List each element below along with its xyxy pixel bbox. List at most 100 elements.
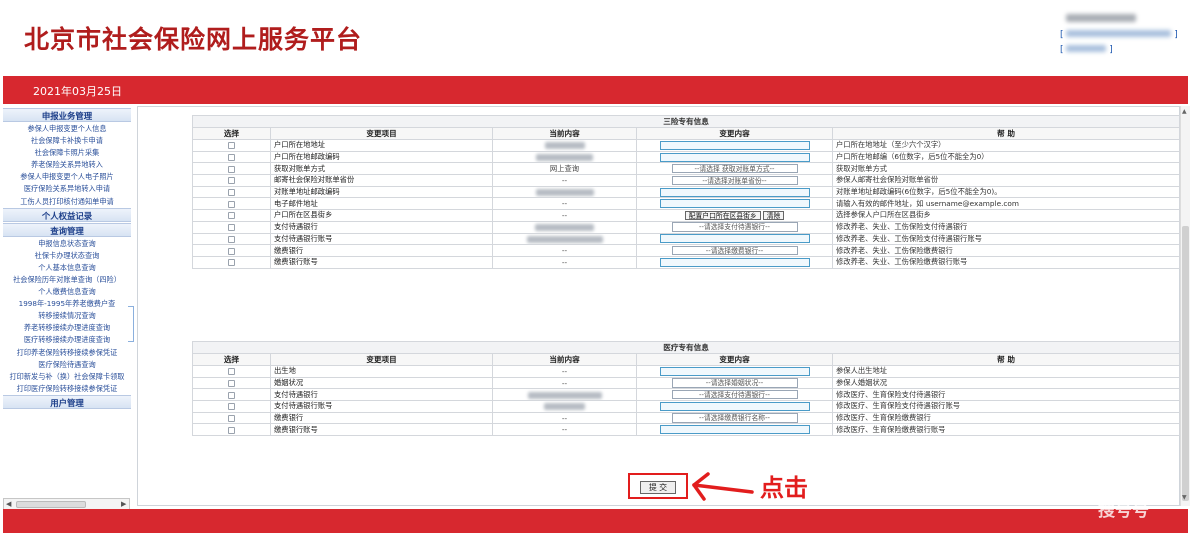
sidebar-item[interactable]: 打印医疗保险转移接续参保凭证 xyxy=(3,383,131,395)
change-item-cell: 缴费银行 xyxy=(270,244,493,257)
select-cell xyxy=(192,209,271,222)
current-value-cell: -- xyxy=(492,174,637,187)
logout-link[interactable]: [ ] xyxy=(1060,30,1178,40)
dropdown-select[interactable]: --请选择对账单省份-- xyxy=(671,175,798,186)
clear-button[interactable]: 清除 xyxy=(762,210,785,221)
row-checkbox[interactable] xyxy=(228,415,235,423)
table-row: 对账单地址邮政编码 对账单地址邮政编码(6位数字，后5位不能全为0)。 xyxy=(192,185,1181,199)
row-checkbox[interactable] xyxy=(228,165,235,173)
sidebar-item[interactable]: 参保人申报变更个人信息 xyxy=(3,123,131,135)
submit-button[interactable]: 提 交 xyxy=(640,481,676,494)
sidebar-item[interactable]: 医疗保险待遇查询 xyxy=(3,359,131,371)
user-link[interactable]: [ ] xyxy=(1060,45,1113,55)
sidebar-group-title[interactable]: 申报业务管理 xyxy=(3,108,131,122)
row-checkbox[interactable] xyxy=(228,154,235,162)
sidebar-item[interactable]: 个人缴费信息查询 xyxy=(3,286,131,298)
text-input[interactable] xyxy=(659,425,810,435)
sidebar-item[interactable]: 工伤人员打印核付通知单申请 xyxy=(3,196,131,208)
dropdown-select[interactable]: --请选择缴费银行-- xyxy=(671,245,798,256)
help-text-cell: 修改医疗、生育保险缴费银行账号 xyxy=(831,423,1181,437)
sidebar-item[interactable]: 社会保障卡补换卡申请 xyxy=(3,135,131,147)
dropdown-select[interactable]: --请选择支付待遇银行-- xyxy=(671,389,798,400)
text-input[interactable] xyxy=(659,187,810,197)
change-item-cell: 支付待遇银行 xyxy=(270,388,493,402)
redacted-value xyxy=(535,189,594,197)
row-checkbox[interactable] xyxy=(228,259,235,267)
row-checkbox[interactable] xyxy=(228,142,235,150)
sidebar-item[interactable]: 转移接续情况查询 xyxy=(3,310,131,322)
table-row: 婚姻状况 -- --请选择婚姻状况-- 参保人婚姻状况 xyxy=(192,376,1181,390)
sidebar-item[interactable]: 个人基本信息查询 xyxy=(3,262,131,274)
row-checkbox[interactable] xyxy=(228,177,235,185)
current-value-cell: 网上查询 xyxy=(492,162,637,176)
column-header: 变更内容 xyxy=(636,353,833,366)
scroll-right-icon[interactable]: ▶ xyxy=(121,500,126,508)
scroll-up-icon[interactable]: ▲ xyxy=(1182,108,1187,115)
current-value-cell xyxy=(492,150,637,164)
dropdown-select[interactable]: --请选择缴费银行名称-- xyxy=(671,413,798,423)
sidebar-group-title[interactable]: 用户管理 xyxy=(3,394,131,409)
column-header: 变更内容 xyxy=(636,127,833,140)
change-content-cell xyxy=(636,255,833,269)
select-cell xyxy=(192,197,271,211)
scrollbar-thumb[interactable] xyxy=(1182,226,1189,501)
change-content-cell: --请选择 获取对账单方式-- xyxy=(636,162,833,176)
row-checkbox[interactable] xyxy=(228,224,235,232)
scroll-left-icon[interactable]: ◀ xyxy=(6,500,11,508)
sidebar-item[interactable]: 1998年-1995年养老缴费户查 xyxy=(3,298,131,310)
text-input[interactable] xyxy=(659,401,810,411)
text-input[interactable] xyxy=(659,140,810,150)
row-checkbox[interactable] xyxy=(228,391,235,399)
sidebar-item[interactable]: 打印养老保险转移接续参保凭证 xyxy=(3,347,131,359)
table-row: 户口所在区县街乡 -- 配置户口所在区县街乡 清除 选择参保人户口所在区县街乡 xyxy=(192,209,1181,222)
row-checkbox[interactable] xyxy=(228,189,235,197)
sidebar-item[interactable]: 医疗保险关系异地转入申请 xyxy=(3,183,131,195)
text-input[interactable] xyxy=(659,152,810,162)
row-checkbox[interactable] xyxy=(228,200,235,208)
row-checkbox[interactable] xyxy=(228,212,235,220)
sidebar-item[interactable]: 参保人申报变更个人电子照片 xyxy=(3,171,131,183)
table-row: 电子邮件地址 -- 请输入有效的邮件地址，如 username@example.co… xyxy=(192,197,1181,211)
current-value-cell: -- xyxy=(492,209,637,222)
sidebar-group-title[interactable]: 个人权益记录 xyxy=(3,207,131,222)
change-content-cell xyxy=(636,400,833,413)
row-checkbox[interactable] xyxy=(228,368,235,376)
table-row: 缴费银行账号 -- 修改养老、失业、工伤保险缴费银行账号 xyxy=(192,255,1181,269)
text-input[interactable] xyxy=(659,199,810,209)
change-content-cell xyxy=(636,150,833,164)
change-item-cell: 对账单地址邮政编码 xyxy=(270,185,493,199)
table-row: 支付待遇银行 --请选择支付待遇银行-- 修改养老、失业、工伤保险支付待遇银行 xyxy=(192,220,1181,234)
sidebar-item[interactable]: 打印新发与补（换）社会保障卡领取 xyxy=(3,371,131,383)
sidebar-item[interactable]: 社保卡办理状态查询 xyxy=(3,250,131,262)
select-cell xyxy=(192,423,271,437)
content-vertical-scrollbar[interactable]: ▲ ▼ xyxy=(1180,106,1190,506)
footer-bar xyxy=(3,509,1188,533)
scroll-down-icon[interactable]: ▼ xyxy=(1182,494,1187,501)
row-checkbox[interactable] xyxy=(228,247,235,255)
sidebar-item[interactable]: 养老转移接续办理进度查询 xyxy=(3,322,131,334)
dropdown-select[interactable]: --请选择支付待遇银行-- xyxy=(671,222,798,232)
sidebar-item[interactable]: 养老保险关系异地转入 xyxy=(3,159,131,171)
configure-district-button[interactable]: 配置户口所在区县街乡 xyxy=(684,210,761,221)
text-input[interactable] xyxy=(659,366,810,376)
text-input[interactable] xyxy=(659,257,810,267)
table-row: 支付待遇银行账号 修改养老、失业、工伤保险支付待遇银行账号 xyxy=(192,232,1181,246)
dropdown-select[interactable]: --请选择 获取对账单方式-- xyxy=(671,163,798,174)
table-row: 缴费银行 -- --请选择缴费银行-- 修改养老、失业、工伤保险缴费银行 xyxy=(192,244,1181,257)
row-checkbox[interactable] xyxy=(228,403,235,411)
redacted-value xyxy=(527,391,602,399)
sidebar-item[interactable]: 社会保障卡照片采集 xyxy=(3,147,131,159)
sidebar-item[interactable]: 申报信息状态查询 xyxy=(3,238,131,250)
row-checkbox[interactable] xyxy=(228,426,235,434)
text-input[interactable] xyxy=(659,234,810,244)
change-content-cell xyxy=(636,423,833,437)
sidebar-group-title[interactable]: 查询管理 xyxy=(3,222,131,237)
help-text-cell: 修改医疗、生育保险缴费银行 xyxy=(831,411,1181,425)
dropdown-select[interactable]: --请选择婚姻状况-- xyxy=(671,378,798,388)
scrollbar-thumb[interactable] xyxy=(16,501,86,508)
row-checkbox[interactable] xyxy=(228,380,235,388)
sidebar-item[interactable]: 社会保险历年对账单查询（四险） xyxy=(3,274,131,286)
sidebar-splitter-handle[interactable] xyxy=(128,306,134,342)
row-checkbox[interactable] xyxy=(228,235,235,243)
sidebar-item[interactable]: 医疗转移接续办理进度查询 xyxy=(3,334,131,346)
